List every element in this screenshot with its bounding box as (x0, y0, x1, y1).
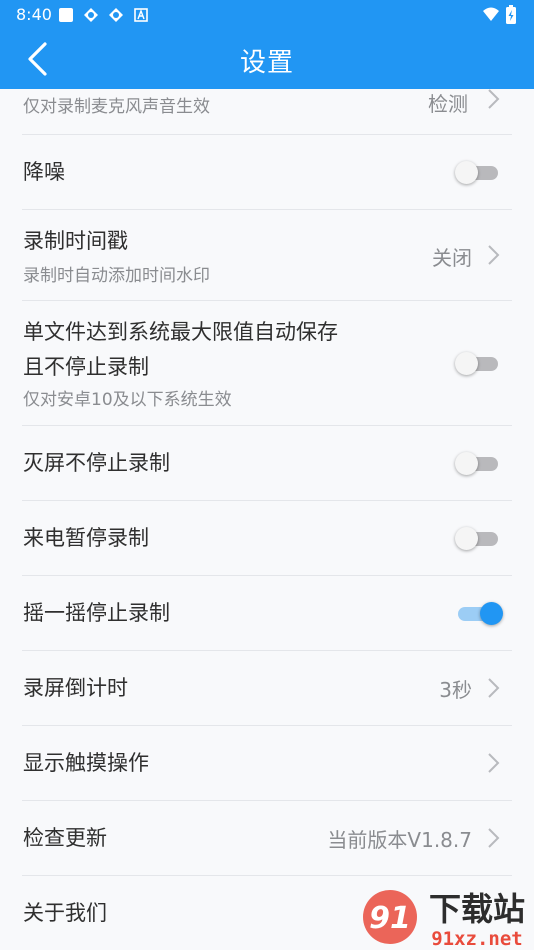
chevron-right-icon (488, 753, 500, 773)
settings-row-shake-stop[interactable]: 摇一摇停止录制 (22, 576, 512, 651)
row-title: 关于我们 (23, 901, 107, 925)
settings-row-call-pause[interactable]: 来电暂停录制 (22, 501, 512, 576)
row-title: 检查更新 (23, 826, 107, 850)
settings-row-screen-off[interactable]: 灭屏不停止录制 (22, 426, 512, 501)
row-title: 降噪 (23, 160, 65, 184)
app-bar: 设置 (0, 30, 534, 89)
row-value: 3秒 (439, 678, 472, 702)
row-title: 灭屏不停止录制 (23, 451, 170, 475)
row-title: 录制时间戳 (23, 229, 128, 253)
chevron-right-icon (488, 828, 500, 848)
chevron-right-icon (488, 89, 500, 109)
pinwheel-icon (84, 8, 98, 22)
row-title-line2: 且不停止录制 (23, 355, 149, 379)
pinwheel-icon (109, 8, 123, 22)
settings-list: 仅对录制麦克风声音生效 检测 降噪 录制时间戳 录制时自动添加时间水印 关闭 单… (0, 89, 534, 950)
settings-row-show-touches[interactable]: 显示触摸操作 (22, 726, 512, 801)
settings-row-timestamp[interactable]: 录制时间戳 录制时自动添加时间水印 关闭 (22, 210, 512, 301)
chevron-right-icon (488, 245, 500, 265)
screen-off-toggle[interactable] (455, 451, 500, 475)
status-time: 8:40 (16, 5, 52, 24)
noise-reduction-toggle[interactable] (455, 160, 500, 184)
auto-save-toggle[interactable] (455, 351, 500, 375)
watermark-logo: 91 下载站 91xz.net (363, 890, 525, 950)
row-subtitle: 录制时自动添加时间水印 (23, 266, 210, 286)
row-title: 摇一摇停止录制 (23, 601, 170, 625)
square-icon (59, 8, 73, 22)
settings-row-check-update[interactable]: 检查更新 当前版本V1.8.7 (22, 801, 512, 876)
call-pause-toggle[interactable] (455, 526, 500, 550)
a-badge-icon (134, 8, 148, 22)
row-value: 检测 (428, 92, 468, 116)
row-title-line1: 单文件达到系统最大限值自动保存 (23, 320, 338, 344)
row-subtitle: 仅对录制麦克风声音生效 (23, 97, 210, 117)
svg-text:91: 91 (369, 901, 411, 936)
status-bar: 8:40 (0, 0, 534, 30)
row-value: 当前版本V1.8.7 (327, 828, 472, 852)
row-title: 显示触摸操作 (23, 751, 149, 775)
settings-row-monitor[interactable]: 仅对录制麦克风声音生效 检测 (22, 89, 512, 135)
watermark-text: 下载站 (429, 890, 525, 928)
row-title: 录屏倒计时 (23, 676, 128, 700)
settings-row-auto-save[interactable]: 单文件达到系统最大限值自动保存 且不停止录制 仅对安卓10及以下系统生效 (22, 301, 512, 426)
battery-icon (506, 5, 516, 24)
row-subtitle: 仅对安卓10及以下系统生效 (23, 390, 232, 410)
shake-stop-toggle[interactable] (458, 601, 503, 625)
page-title: 设置 (239, 48, 294, 78)
row-title: 来电暂停录制 (23, 526, 149, 550)
settings-row-countdown[interactable]: 录屏倒计时 3秒 (22, 651, 512, 726)
settings-row-noise-reduction[interactable]: 降噪 (22, 135, 512, 210)
row-value: 关闭 (432, 246, 472, 270)
watermark-domain: 91xz.net (431, 928, 523, 950)
wifi-icon (483, 7, 499, 21)
chevron-right-icon (488, 678, 500, 698)
